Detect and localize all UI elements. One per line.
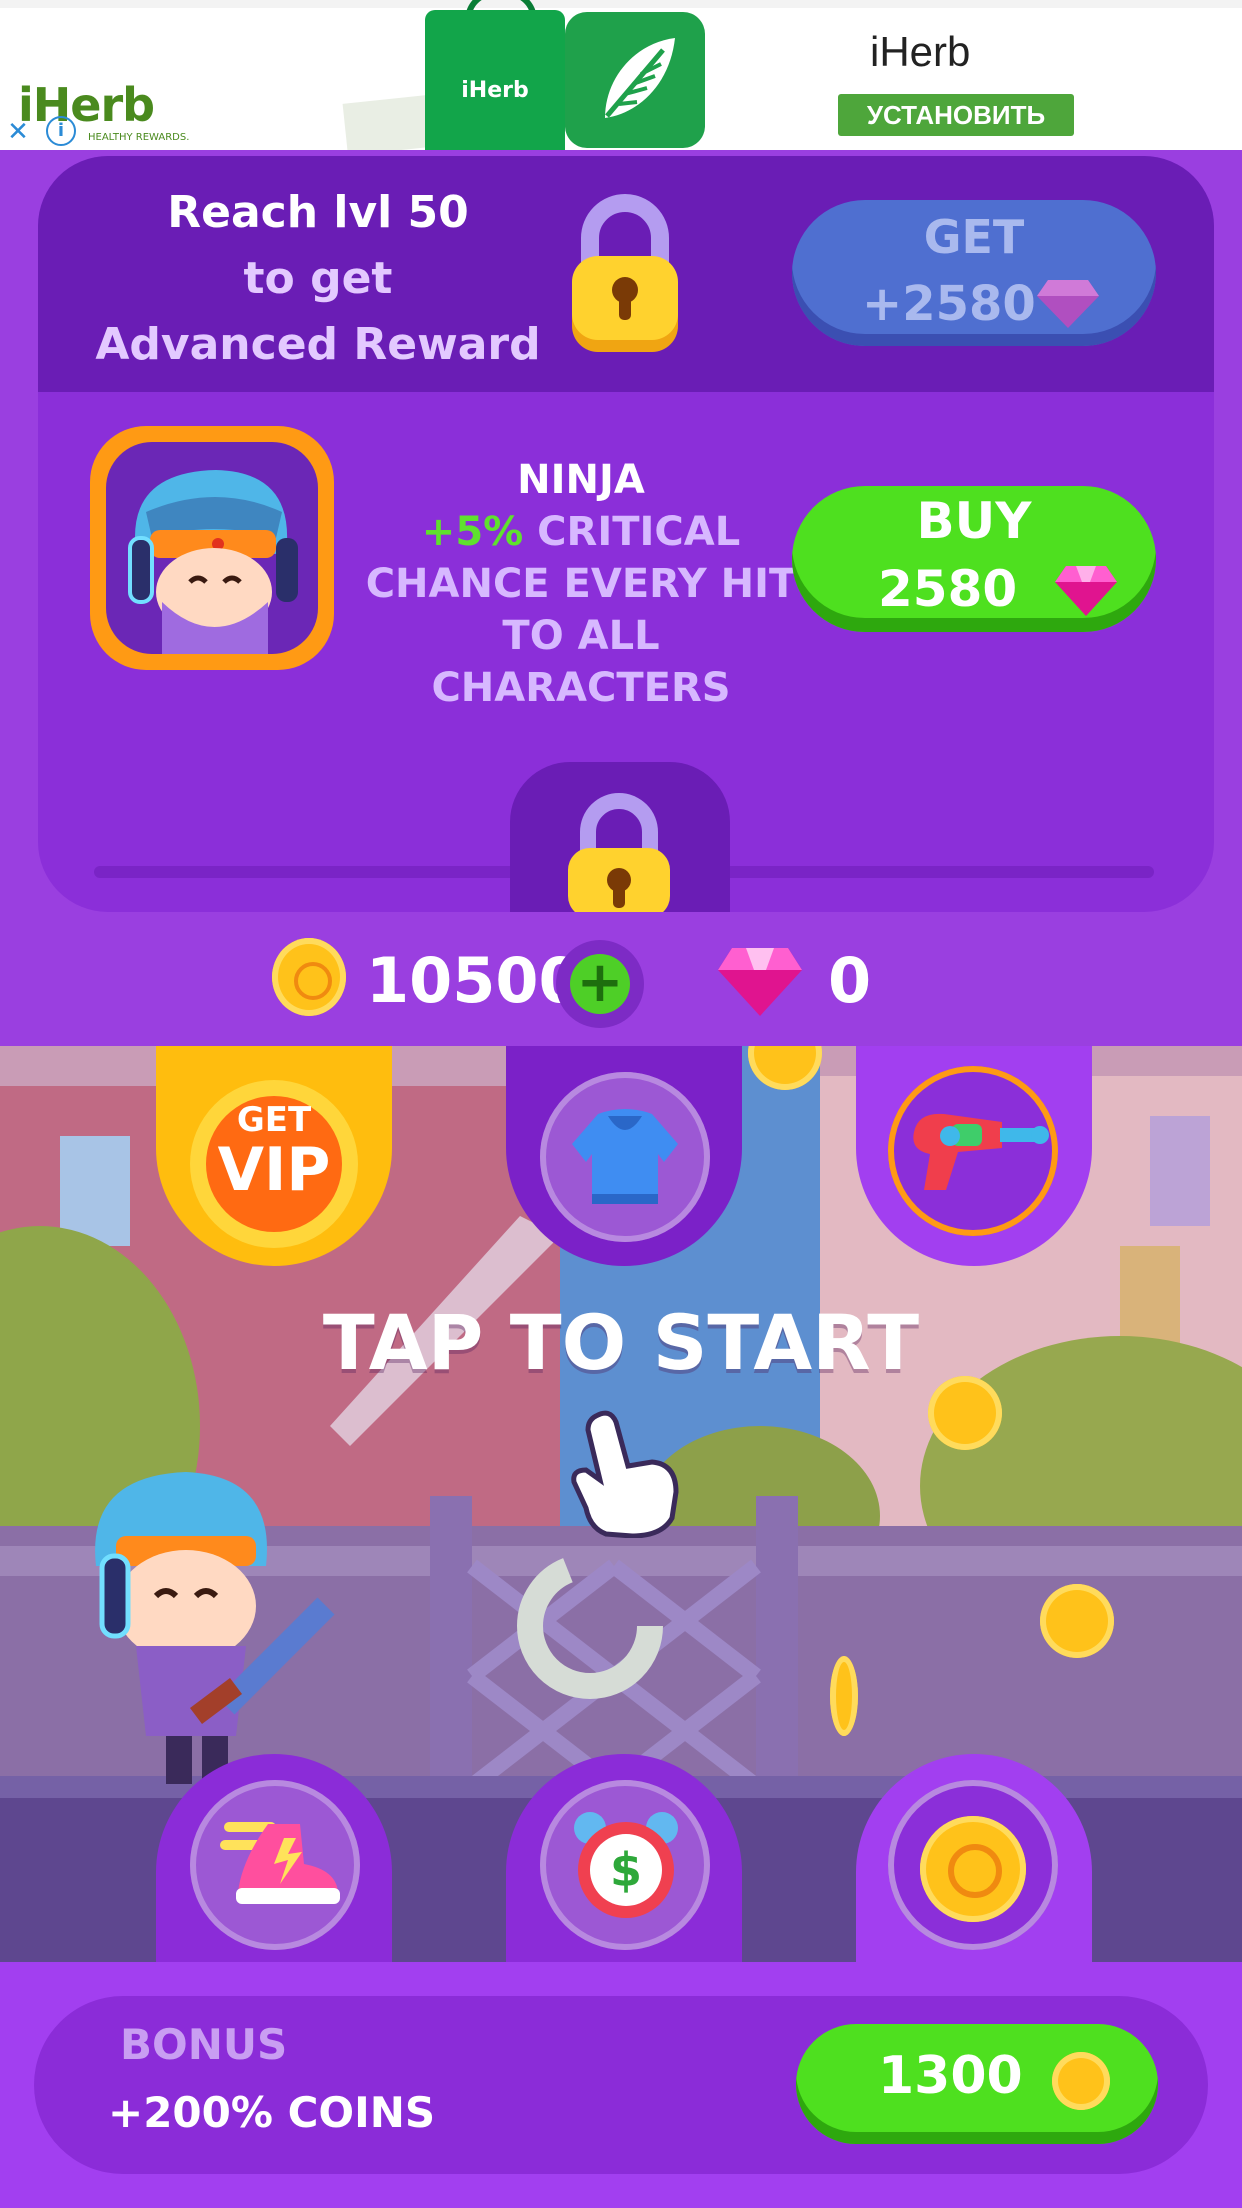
alarm-clock-money-icon: $ [574, 1812, 678, 1918]
vip-label-line-1: GET [236, 1100, 312, 1140]
bonus-bar: BONUS +200% COINS 1300 [34, 1996, 1208, 2174]
ad-bag-label: iHerb [461, 78, 529, 103]
buy-character-button[interactable]: BUY 2580 [792, 486, 1156, 632]
vip-label-line-2: VIP [217, 1135, 331, 1205]
ninja-avatar[interactable] [106, 442, 318, 654]
get-label: GET [923, 210, 1025, 264]
perk-percent: +5% [421, 509, 524, 555]
gem-icon [718, 948, 802, 1016]
coin-icon [830, 1656, 858, 1736]
get-reward-button[interactable]: GET +2580 [792, 200, 1156, 346]
perk-line-1: +5% CRITICAL [356, 506, 806, 558]
bonus-subtitle: +200% COINS [108, 2088, 436, 2137]
coin-icon-mark [948, 1844, 1002, 1898]
ad-brand-name: iHerb [870, 28, 971, 75]
buy-price: 2580 [878, 560, 1018, 618]
reward-line-3: Advanced Reward [95, 319, 541, 370]
coin-icon [1040, 1584, 1114, 1658]
plus-icon: + [570, 954, 630, 1014]
svg-text:$: $ [610, 1843, 642, 1897]
tap-to-start-label[interactable]: TAP TO START [0, 1298, 1242, 1387]
game-scene[interactable]: GET VIP TAP TO START $ [0, 1046, 1242, 1962]
ad-logo: iHerb [18, 78, 155, 132]
add-coins-button[interactable]: + [556, 940, 644, 1028]
coin-icon-mark [294, 962, 332, 1000]
advanced-reward-row: Reach lvl 50 to get Advanced Reward GET … [38, 156, 1214, 392]
bonus-title: BONUS [120, 2020, 288, 2069]
reward-requirement: Reach lvl 50 to get Advanced Reward [68, 180, 568, 378]
coin-icon [1052, 2052, 1110, 2110]
ad-info-icon[interactable]: i [46, 116, 76, 146]
hoodie-icon [572, 1109, 678, 1204]
lock-icon [568, 793, 670, 912]
perk-word: CRITICAL [537, 509, 741, 555]
perk-line-2: CHANCE EVERY HIT [365, 561, 797, 607]
ninja-player-character [95, 1472, 335, 1784]
ninja-description: NINJA +5% CRITICAL CHANCE EVERY HIT TO A… [356, 454, 806, 714]
raygun-icon [913, 1113, 1049, 1190]
leaf-icon [605, 38, 675, 118]
sneaker-icon [220, 1822, 340, 1904]
ad-tagline: HEALTHY REWARDS. [88, 132, 190, 143]
character-name: NINJA [517, 457, 645, 503]
gems-balance: 0 [828, 944, 872, 1017]
get-amount: +2580 [862, 276, 1036, 332]
ninja-character-icon [128, 470, 298, 654]
bonus-area: BONUS +200% COINS 1300 [0, 1962, 1242, 2208]
pointer-hand-icon [571, 1410, 679, 1538]
buy-label: BUY [916, 492, 1032, 550]
lock-icon [572, 194, 678, 352]
ad-close-icon[interactable]: ✕ [4, 118, 32, 146]
coins-balance: 10500 [366, 944, 582, 1017]
gem-icon [1037, 280, 1099, 328]
bonus-buy-button[interactable]: 1300 [796, 2024, 1158, 2144]
coin-icon [928, 1376, 1002, 1450]
bonus-price: 1300 [878, 2046, 1023, 2106]
gem-icon [1055, 566, 1117, 616]
perk-line-3: TO ALL CHARACTERS [431, 613, 731, 711]
ad-install-button[interactable]: УСТАНОВИТЬ [838, 94, 1074, 136]
ad-top-edge [0, 0, 1242, 8]
reward-line-1: Reach lvl 50 [167, 187, 469, 238]
reward-line-2: to get [243, 253, 393, 304]
ad-banner[interactable]: iHerb iHerb HEALTHY REWARDS. ✕ i iHerb У… [0, 0, 1242, 150]
